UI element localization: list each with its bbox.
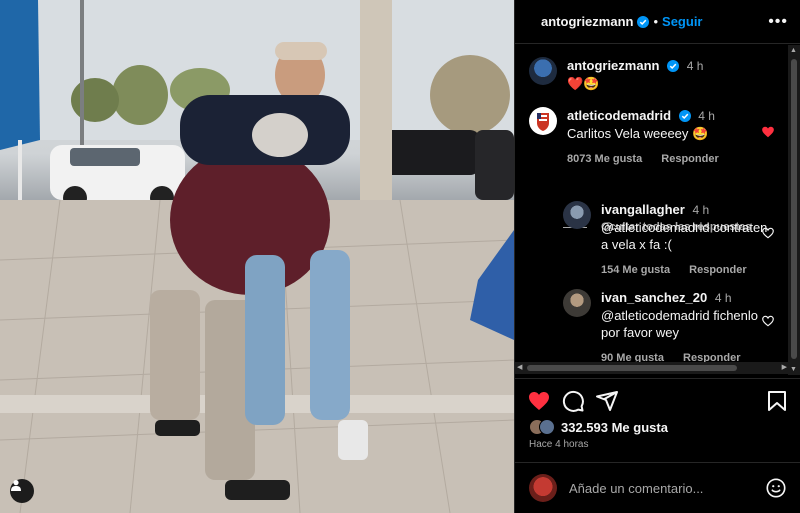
emoji-icon[interactable] — [765, 477, 787, 499]
caption-avatar[interactable] — [529, 57, 557, 85]
caption-author[interactable]: antogriezmann — [567, 58, 659, 73]
like-count[interactable]: 332.593 Me gusta — [561, 420, 668, 435]
reply-text-line2: por favor wey — [601, 325, 680, 340]
post-photo[interactable] — [0, 0, 514, 513]
comment-author[interactable]: atleticodemadrid — [567, 108, 671, 123]
reply-text-line1: @atleticodemadrid fichenlo — [601, 308, 759, 323]
save-bookmark-icon[interactable] — [765, 389, 789, 413]
comment-input[interactable]: Añade un comentario... — [569, 481, 765, 496]
add-comment-bar: Añade un comentario... — [515, 462, 800, 513]
header-username[interactable]: antogriezmann — [541, 14, 633, 29]
reply-like-icon[interactable] — [761, 226, 775, 240]
scroll-up-icon[interactable]: ▲ — [790, 47, 797, 54]
like-filled-icon[interactable] — [527, 389, 551, 413]
verified-badge-icon — [678, 110, 691, 122]
comment-reply-button[interactable]: Responder — [661, 153, 718, 165]
comment-avatar[interactable] — [529, 107, 557, 135]
user-icon — [11, 480, 21, 491]
caption-text: ❤️🤩 — [567, 76, 600, 91]
comment-time[interactable]: 4 h — [698, 109, 715, 123]
comment-text: Carlitos Vela weeeey 🤩 — [567, 126, 709, 141]
follow-button[interactable]: Seguir — [662, 14, 702, 29]
tagged-users-button[interactable] — [10, 479, 34, 503]
reply: ivangallagher 4 h @atleticodemadrid cont… — [563, 201, 767, 279]
post-timestamp[interactable]: Hace 4 horas — [529, 439, 588, 450]
horizontal-scrollbar[interactable]: ◀ ▶ — [515, 362, 789, 374]
reply-text-line2: a vela x fa :( — [601, 237, 672, 252]
scroll-left-icon[interactable]: ◀ — [517, 363, 522, 371]
scroll-down-icon[interactable]: ▼ — [790, 366, 797, 373]
reply-time[interactable]: 4 h — [692, 203, 709, 217]
reply-avatar[interactable] — [563, 289, 591, 317]
current-user-avatar — [529, 474, 557, 502]
reply-reply-button[interactable]: Responder — [689, 264, 746, 276]
post-side-panel: antogriezmann • Seguir ••• antogriezmann… — [514, 0, 800, 513]
atletico-logo-icon — [537, 113, 549, 131]
reply-time[interactable]: 4 h — [715, 291, 732, 305]
comment-icon[interactable] — [561, 389, 585, 413]
caption-time[interactable]: 4 h — [687, 59, 704, 73]
scrollbar-thumb[interactable] — [791, 59, 797, 359]
comment: atleticodemadrid 4 h Carlitos Vela weeee… — [529, 107, 735, 168]
reply-text-line1: @atleticodemadrid contraten — [601, 220, 768, 235]
reply-avatar[interactable] — [563, 201, 591, 229]
share-icon[interactable] — [595, 389, 619, 413]
reply-like-icon[interactable] — [761, 314, 775, 328]
scroll-right-icon[interactable]: ▶ — [782, 363, 787, 371]
likes-summary[interactable]: 332.593 Me gusta — [529, 419, 668, 435]
vertical-scrollbar[interactable]: ▲ ▼ — [788, 45, 800, 375]
reply-likes[interactable]: 154 Me gusta — [601, 264, 670, 276]
photo-illustration — [0, 0, 514, 513]
comment-like-filled-icon[interactable] — [761, 125, 775, 139]
more-options-button[interactable]: ••• — [768, 13, 788, 31]
post-header: antogriezmann • Seguir ••• — [515, 0, 800, 44]
header-separator: • — [653, 14, 659, 29]
reply: ivan_sanchez_20 4 h @atleticodemadrid fi… — [563, 289, 758, 367]
verified-badge-icon — [667, 60, 680, 72]
verified-badge-icon — [637, 15, 650, 28]
hscrollbar-thumb[interactable] — [527, 365, 737, 371]
comment-likes[interactable]: 8073 Me gusta — [567, 153, 642, 165]
liker-avatar — [539, 419, 555, 435]
caption: antogriezmann 4 h ❤️🤩 — [529, 57, 703, 92]
reply-author[interactable]: ivan_sanchez_20 — [601, 290, 707, 305]
comments-list[interactable]: antogriezmann 4 h ❤️🤩 atleticodemadrid 4… — [515, 45, 789, 375]
reply-author[interactable]: ivangallagher — [601, 202, 685, 217]
